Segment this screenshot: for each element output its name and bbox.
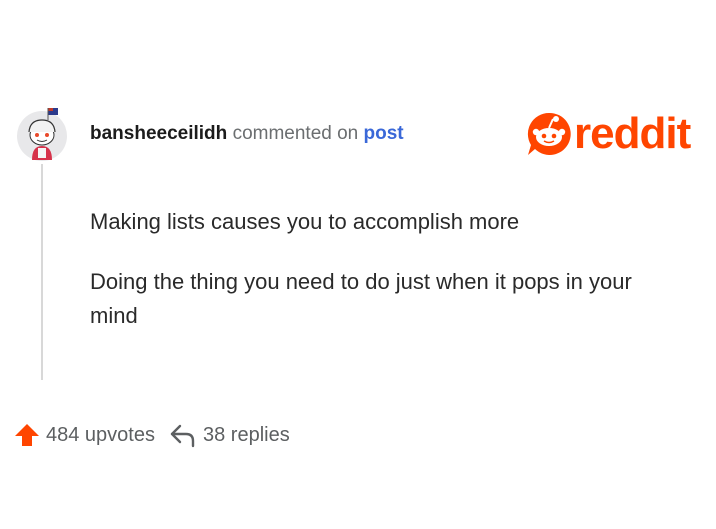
reddit-logo: reddit bbox=[526, 109, 691, 158]
comment-paragraph-1: Making lists causes you to accomplish mo… bbox=[90, 209, 520, 234]
post-link[interactable]: post bbox=[364, 123, 404, 144]
upvote-count: 484 upvotes bbox=[46, 423, 155, 446]
comment-body: Making lists causes you to accomplish mo… bbox=[90, 205, 680, 359]
snoo-avatar-icon bbox=[17, 108, 67, 161]
thread-line bbox=[41, 164, 43, 380]
comment-footer: 484 upvotes 38 replies bbox=[14, 418, 290, 452]
reply-button[interactable]: 38 replies bbox=[169, 422, 290, 448]
comment-paragraph-2: Doing the thing you need to do just when… bbox=[90, 269, 632, 328]
reddit-snoo-icon bbox=[527, 112, 571, 155]
action-text: commented on bbox=[232, 123, 359, 144]
reddit-wordmark: reddit bbox=[574, 109, 691, 158]
upvote-button[interactable]: 484 upvotes bbox=[14, 422, 155, 448]
comment-card: bansheeceilidh commented on post reddit … bbox=[0, 0, 716, 529]
user-avatar[interactable] bbox=[14, 106, 70, 162]
reply-count: 38 replies bbox=[202, 423, 290, 446]
reply-arrow-icon bbox=[170, 424, 195, 448]
username-link[interactable]: bansheeceilidh bbox=[90, 123, 227, 144]
comment-header: bansheeceilidh commented on post bbox=[90, 121, 404, 147]
upvote-arrow-icon bbox=[15, 424, 39, 446]
